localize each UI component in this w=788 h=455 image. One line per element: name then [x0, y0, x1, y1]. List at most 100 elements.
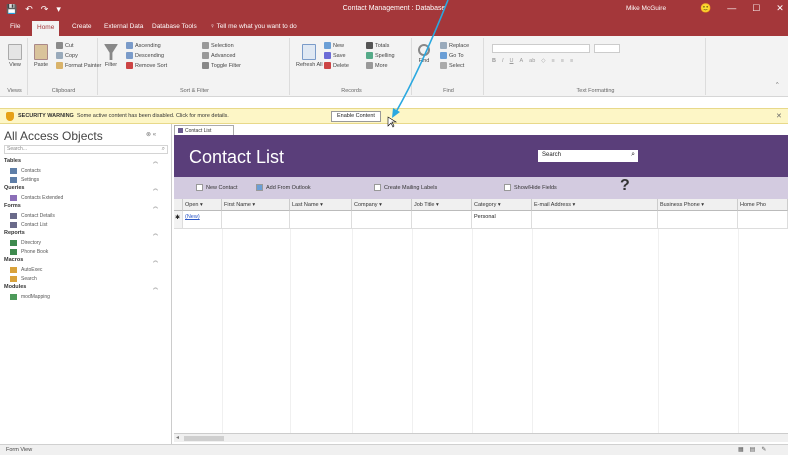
save-record-button[interactable]: Save: [324, 52, 346, 59]
horizontal-scrollbar[interactable]: ◂: [174, 433, 788, 442]
format-painter-button[interactable]: Format Painter: [56, 62, 101, 69]
collapse-chevron-icon[interactable]: ︽: [153, 203, 158, 210]
column-header-last-name[interactable]: Last Name ▾: [290, 199, 352, 211]
nav-item-autoexec[interactable]: AutoExec: [4, 265, 168, 274]
document-tab-contact-list[interactable]: Contact List: [174, 125, 234, 135]
collapse-chevron-icon[interactable]: ︽: [153, 284, 158, 291]
scroll-left-icon[interactable]: ◂: [176, 434, 179, 441]
tell-me-box[interactable]: ♀ Tell me what you want to do: [210, 23, 297, 30]
underline-icon[interactable]: U: [510, 58, 514, 64]
collapse-ribbon-icon[interactable]: ^: [776, 82, 779, 88]
align-center-icon[interactable]: ≡: [561, 58, 564, 64]
maximize-button[interactable]: ☐: [752, 3, 760, 14]
collapse-chevron-icon[interactable]: ︽: [153, 257, 158, 264]
italic-icon[interactable]: I: [502, 58, 504, 64]
tab-create[interactable]: Create: [72, 23, 92, 30]
column-header-home-phone[interactable]: Home Pho: [738, 199, 788, 211]
more-button[interactable]: More: [366, 62, 388, 69]
layout-view-icon[interactable]: ▤: [750, 446, 756, 453]
nav-category-macros[interactable]: Macros ︽: [4, 257, 168, 265]
descending-button[interactable]: Descending: [126, 52, 164, 59]
table-cell[interactable]: [658, 211, 738, 229]
paste-button[interactable]: Paste: [34, 44, 48, 68]
table-cell[interactable]: [738, 211, 788, 229]
table-cell[interactable]: [532, 211, 658, 229]
nav-category-forms[interactable]: Forms ︽: [4, 203, 168, 211]
collapse-chevron-icon[interactable]: ︽: [153, 230, 158, 237]
collapse-chevron-icon[interactable]: ︽: [153, 185, 158, 192]
refresh-all-button[interactable]: Refresh All: [296, 44, 323, 68]
toggle-filter-button[interactable]: Toggle Filter: [202, 62, 241, 69]
advanced-button[interactable]: Advanced: [202, 52, 235, 59]
nav-item-search[interactable]: Search: [4, 274, 168, 283]
view-button[interactable]: View: [8, 44, 22, 68]
font-color-icon[interactable]: A: [520, 58, 524, 64]
align-right-icon[interactable]: ≡: [570, 58, 573, 64]
table-cell[interactable]: [290, 211, 352, 229]
table-cell[interactable]: (New): [183, 211, 222, 229]
show-hide-fields-button[interactable]: Show/Hide Fields: [504, 184, 557, 191]
delete-record-button[interactable]: Delete: [324, 62, 349, 69]
filter-button[interactable]: Filter: [104, 44, 118, 68]
highlight-icon[interactable]: ab: [529, 58, 535, 64]
new-record-button[interactable]: New: [324, 42, 344, 49]
fill-color-icon[interactable]: ◇: [541, 58, 545, 64]
bold-icon[interactable]: B: [492, 58, 496, 64]
close-button[interactable]: ✕: [776, 3, 784, 14]
close-icon[interactable]: ✕: [776, 112, 782, 120]
tab-file[interactable]: File: [10, 23, 20, 30]
nav-item-settings[interactable]: Settings: [4, 175, 168, 184]
find-button[interactable]: Find: [418, 44, 430, 64]
table-cell[interactable]: [222, 211, 290, 229]
nav-category-reports[interactable]: Reports ︽: [4, 230, 168, 238]
column-header-company[interactable]: Company ▾: [352, 199, 412, 211]
selection-button[interactable]: Selection: [202, 42, 234, 49]
goto-button[interactable]: Go To: [440, 52, 464, 59]
replace-button[interactable]: Replace: [440, 42, 469, 49]
font-size-box[interactable]: [594, 44, 620, 53]
column-header-email[interactable]: E-mail Address ▾: [532, 199, 658, 211]
ascending-button[interactable]: Ascending: [126, 42, 161, 49]
new-contact-button[interactable]: New Contact: [196, 184, 238, 191]
create-mailing-labels-button[interactable]: Create Mailing Labels: [374, 184, 437, 191]
table-cell[interactable]: [352, 211, 412, 229]
tab-home[interactable]: Home: [32, 21, 60, 36]
nav-pane-title[interactable]: All Access Objects: [4, 129, 103, 143]
nav-item-contacts-extended[interactable]: Contacts Extended: [4, 193, 168, 202]
nav-item-contact-list[interactable]: Contact List: [4, 220, 168, 229]
nav-item-contact-details[interactable]: Contact Details: [4, 211, 168, 220]
nav-pane-controls[interactable]: ⊗ «: [146, 131, 156, 138]
tab-database-tools[interactable]: Database Tools: [152, 23, 197, 30]
user-name[interactable]: Mike McGuire: [626, 5, 666, 12]
align-left-icon[interactable]: ≡: [552, 58, 555, 64]
select-button[interactable]: Select: [440, 62, 464, 69]
nav-category-modules[interactable]: Modules ︽: [4, 284, 168, 292]
new-record-selector[interactable]: ✱: [174, 211, 183, 229]
help-button[interactable]: ?: [620, 177, 630, 195]
table-cell[interactable]: [412, 211, 472, 229]
form-search-input[interactable]: Search ⌕: [538, 150, 638, 162]
nav-item-directory[interactable]: Directory: [4, 238, 168, 247]
nav-item-phone-book[interactable]: Phone Book: [4, 247, 168, 256]
nav-item-contacts[interactable]: Contacts: [4, 166, 168, 175]
remove-sort-button[interactable]: Remove Sort: [126, 62, 167, 69]
cut-button[interactable]: Cut: [56, 42, 74, 49]
scroll-thumb[interactable]: [184, 436, 224, 441]
column-header-open[interactable]: Open ▾: [183, 199, 222, 211]
spelling-button[interactable]: Spelling: [366, 52, 395, 59]
enable-content-button[interactable]: Enable Content: [331, 111, 381, 122]
column-header-category[interactable]: Category ▾: [472, 199, 532, 211]
totals-button[interactable]: Totals: [366, 42, 389, 49]
form-view-icon[interactable]: ▦: [738, 446, 744, 453]
minimize-button[interactable]: —: [727, 3, 736, 14]
design-view-icon[interactable]: ✎: [761, 446, 766, 453]
search-icon[interactable]: ⌕: [631, 151, 635, 159]
table-cell[interactable]: Personal: [472, 211, 532, 229]
collapse-chevron-icon[interactable]: ︽: [153, 158, 158, 165]
add-from-outlook-button[interactable]: Add From Outlook: [256, 184, 311, 191]
column-header-job-title[interactable]: Job Title ▾: [412, 199, 472, 211]
font-style-buttons[interactable]: B I U A ab ◇ ≡ ≡ ≡: [492, 58, 573, 64]
security-message[interactable]: SECURITY WARNING Some active content has…: [18, 113, 229, 119]
feedback-icon[interactable]: 🙂: [700, 3, 711, 14]
nav-category-queries[interactable]: Queries ︽: [4, 185, 168, 193]
